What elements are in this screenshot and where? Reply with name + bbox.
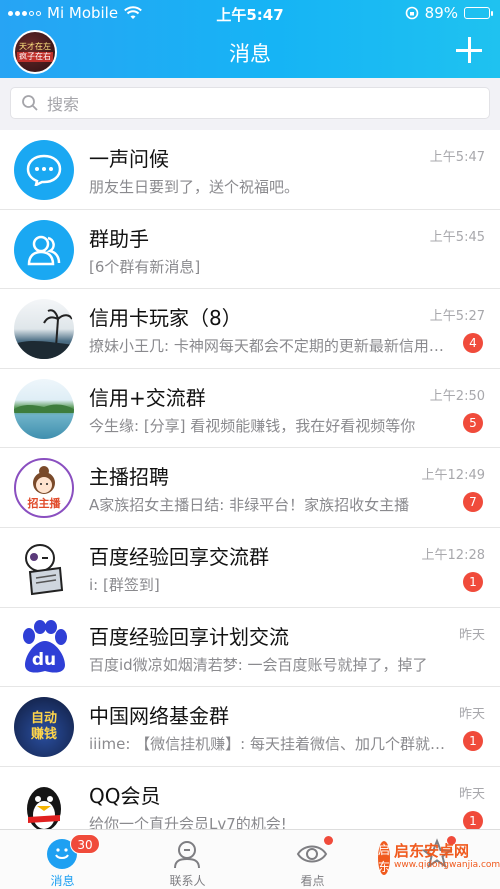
conversation-row[interactable]: 群助手 [6个群有新消息] 上午5:45 [0, 210, 500, 290]
conversation-name: 一声问候 [89, 147, 169, 171]
page-title: 消息 [229, 42, 271, 66]
conversation-preview: 给你一个直升会员Lv7的机会! [89, 814, 287, 830]
conversation-preview: 朋友生日要到了，送个祝福吧。 [89, 178, 300, 196]
cartoon-reader-avatar [14, 537, 74, 598]
group-helper-icon [14, 219, 74, 280]
conversation-row[interactable]: 招主播 主播招聘 A家族招女主播日结: 非绿平台！家族招收女主播 上午12:49… [0, 448, 500, 528]
unread-badge: 1 [463, 571, 483, 592]
chat-bubble-icon [14, 140, 74, 200]
auto-earn-logo: 自动赚钱 [14, 697, 74, 758]
tab-label: 消息 [50, 874, 75, 888]
avatar-label: du [31, 649, 57, 670]
unread-badge: 7 [463, 492, 483, 513]
unread-badge: 5 [463, 412, 483, 433]
tab-label: 看点 [300, 874, 325, 888]
search-icon [22, 95, 38, 111]
tab-label: 联系人 [169, 874, 206, 888]
eye-icon [296, 845, 328, 863]
conversation-name: 信用卡玩家（8） [89, 306, 242, 331]
tab-discover[interactable]: 看点 [250, 830, 375, 889]
status-bar: Mi Mobile 上午5:47 89% [0, 0, 500, 26]
battery-icon [464, 7, 493, 19]
avatar-label: 招主播 [27, 497, 61, 511]
conversation-time: 上午12:49 [421, 468, 485, 484]
search-area: 搜索 [0, 78, 500, 130]
unread-badge: 1 [463, 810, 483, 830]
tab-badge: 30 [70, 834, 100, 854]
conversation-name: 中国网络基金群 [89, 704, 229, 729]
palm-landscape-avatar [14, 299, 74, 360]
conversation-name: 群助手 [89, 226, 149, 251]
unread-badge: 1 [463, 731, 483, 752]
battery-percent: 89% [424, 4, 458, 22]
conversation-row[interactable]: 一声问候 朋友生日要到了，送个祝福吧。 上午5:47 [0, 130, 500, 210]
new-dot [324, 836, 333, 845]
unread-badge: 4 [463, 333, 483, 354]
conversation-row[interactable]: 信用+交流群 今生缘: [分享] 看视频能赚钱，我在好看视频等你 上午2:50 … [0, 369, 500, 449]
conversation-preview: 撩妹小王几: 卡神网每天都会不定期的更新最新信用卡资讯 [89, 337, 449, 356]
tab-contacts[interactable]: 联系人 [125, 830, 250, 889]
conversation-time: 昨天 [458, 786, 485, 802]
conversation-preview: 百度id微凉如烟清若梦: 一会百度账号就掉了，掉了 [89, 655, 428, 674]
conversation-time: 上午2:50 [429, 388, 485, 404]
conversation-row[interactable]: 自动赚钱 中国网络基金群 iiime: 【微信挂机赚】: 每天挂着微信、加几个群… [0, 687, 500, 767]
watermark-url: www.qidongwanjia.com [394, 860, 500, 870]
conversation-row[interactable]: QQ会员 给你一个直升会员Lv7的机会! 昨天 1 [0, 767, 500, 830]
conversation-time: 上午5:47 [429, 150, 485, 165]
conversation-row[interactable]: 信用卡玩家（8） 撩妹小王几: 卡神网每天都会不定期的更新最新信用卡资讯 上午5… [0, 289, 500, 369]
conversation-preview: iiime: 【微信挂机赚】: 每天挂着微信、加几个群就能赚钱 [89, 735, 449, 754]
conversation-time: 昨天 [458, 627, 485, 643]
site-watermark: 启东 启东安卓网 www.qidongwanjia.com [378, 830, 500, 886]
conversation-row[interactable]: du 百度经验回享计划交流 百度id微凉如烟清若梦: 一会百度账号就掉了，掉了 … [0, 608, 500, 688]
conversation-preview: 今生缘: [分享] 看视频能赚钱，我在好看视频等你 [89, 416, 416, 435]
conversation-time: 上午12:28 [421, 547, 485, 563]
watermark-title: 启东安卓网 [394, 842, 470, 860]
lake-landscape-avatar [14, 378, 74, 439]
rotation-lock-icon [405, 6, 418, 20]
cartoon-girl-avatar: 招主播 [14, 458, 74, 519]
search-placeholder: 搜索 [47, 95, 80, 114]
conversation-name: 信用+交流群 [89, 385, 206, 410]
conversation-time: 上午5:27 [429, 309, 485, 325]
contacts-icon [174, 841, 200, 869]
app-header: Mi Mobile 上午5:47 89% 天才在左 疯子在右 消息 [0, 0, 500, 78]
tab-messages[interactable]: 消息 30 [0, 830, 125, 889]
watermark-logo: 启东 [378, 841, 391, 875]
conversation-time: 上午5:45 [429, 229, 485, 245]
conversation-time: 昨天 [458, 707, 485, 723]
add-plus-button[interactable] [456, 37, 482, 63]
conversation-preview: A家族招女主播日结: 非绿平台！家族招收女主播 [89, 496, 410, 515]
conversation-row[interactable]: 百度经验回享交流群 i: [群签到] 上午12:28 1 [0, 528, 500, 608]
conversation-preview: [6个群有新消息] [89, 257, 201, 276]
baidu-paw-logo: du [14, 617, 74, 678]
conversation-list: 一声问候 朋友生日要到了，送个祝福吧。 上午5:47 群助手 [6个群有新消息]… [0, 130, 500, 830]
conversation-name: 主播招聘 [89, 465, 169, 490]
watermark-text: 启东安卓网 www.qidongwanjia.com [394, 844, 500, 872]
qq-penguin-avatar [14, 776, 74, 830]
conversation-name: 百度经验回享交流群 [89, 544, 269, 569]
conversation-preview: i: [群签到] [89, 575, 160, 594]
status-right: 89% [405, 4, 493, 22]
conversation-name: 百度经验回享计划交流 [89, 624, 289, 649]
search-input[interactable]: 搜索 [10, 87, 490, 119]
conversation-name: QQ会员 [89, 783, 161, 808]
avatar-label: 自动赚钱 [30, 711, 57, 743]
